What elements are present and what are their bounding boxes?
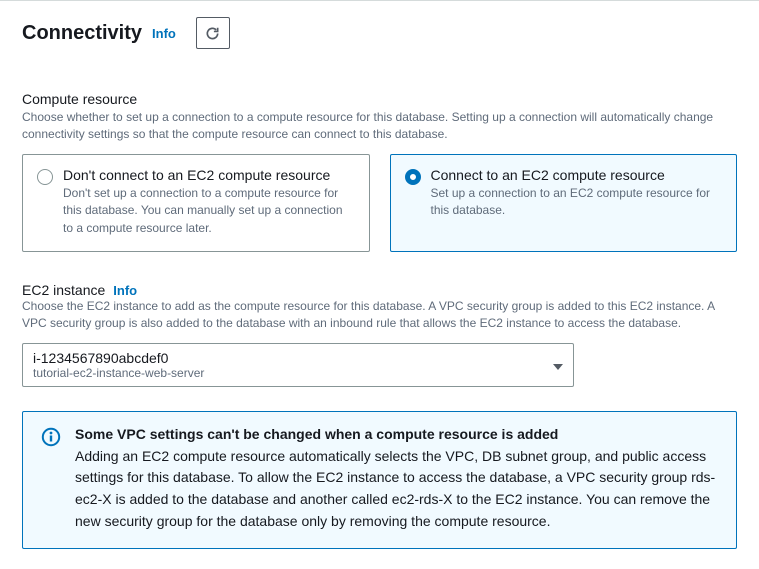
refresh-button[interactable] <box>196 17 230 49</box>
info-icon <box>41 427 61 447</box>
radio-label: Don't connect to an EC2 compute resource <box>63 167 355 183</box>
select-value-name: tutorial-ec2-instance-web-server <box>33 366 543 380</box>
ec2-instance-select[interactable]: i-1234567890abcdef0 tutorial-ec2-instanc… <box>22 343 574 387</box>
select-value-id: i-1234567890abcdef0 <box>33 350 543 366</box>
alert-body: Adding an EC2 compute resource automatic… <box>75 446 718 533</box>
info-link-ec2[interactable]: Info <box>113 283 137 298</box>
ec2-instance-label: EC2 instance <box>22 282 105 298</box>
page-title: Connectivity <box>22 22 142 45</box>
radio-icon <box>405 169 421 185</box>
radio-connect[interactable]: Connect to an EC2 compute resource Set u… <box>390 154 738 252</box>
radio-dont-connect[interactable]: Don't connect to an EC2 compute resource… <box>22 154 370 252</box>
ec2-instance-desc: Choose the EC2 instance to add as the co… <box>22 298 737 333</box>
info-link-connectivity[interactable]: Info <box>152 26 176 41</box>
refresh-icon <box>205 26 220 41</box>
alert-title: Some VPC settings can't be changed when … <box>75 426 718 442</box>
radio-icon <box>37 169 53 185</box>
radio-desc: Set up a connection to an EC2 compute re… <box>431 185 723 220</box>
compute-resource-desc: Choose whether to set up a connection to… <box>22 109 737 144</box>
caret-down-icon <box>553 357 563 373</box>
compute-resource-label: Compute resource <box>22 91 737 107</box>
vpc-info-alert: Some VPC settings can't be changed when … <box>22 411 737 550</box>
compute-radio-group: Don't connect to an EC2 compute resource… <box>22 154 737 252</box>
radio-desc: Don't set up a connection to a compute r… <box>63 185 355 237</box>
radio-label: Connect to an EC2 compute resource <box>431 167 723 183</box>
section-header: Connectivity Info <box>0 1 759 69</box>
